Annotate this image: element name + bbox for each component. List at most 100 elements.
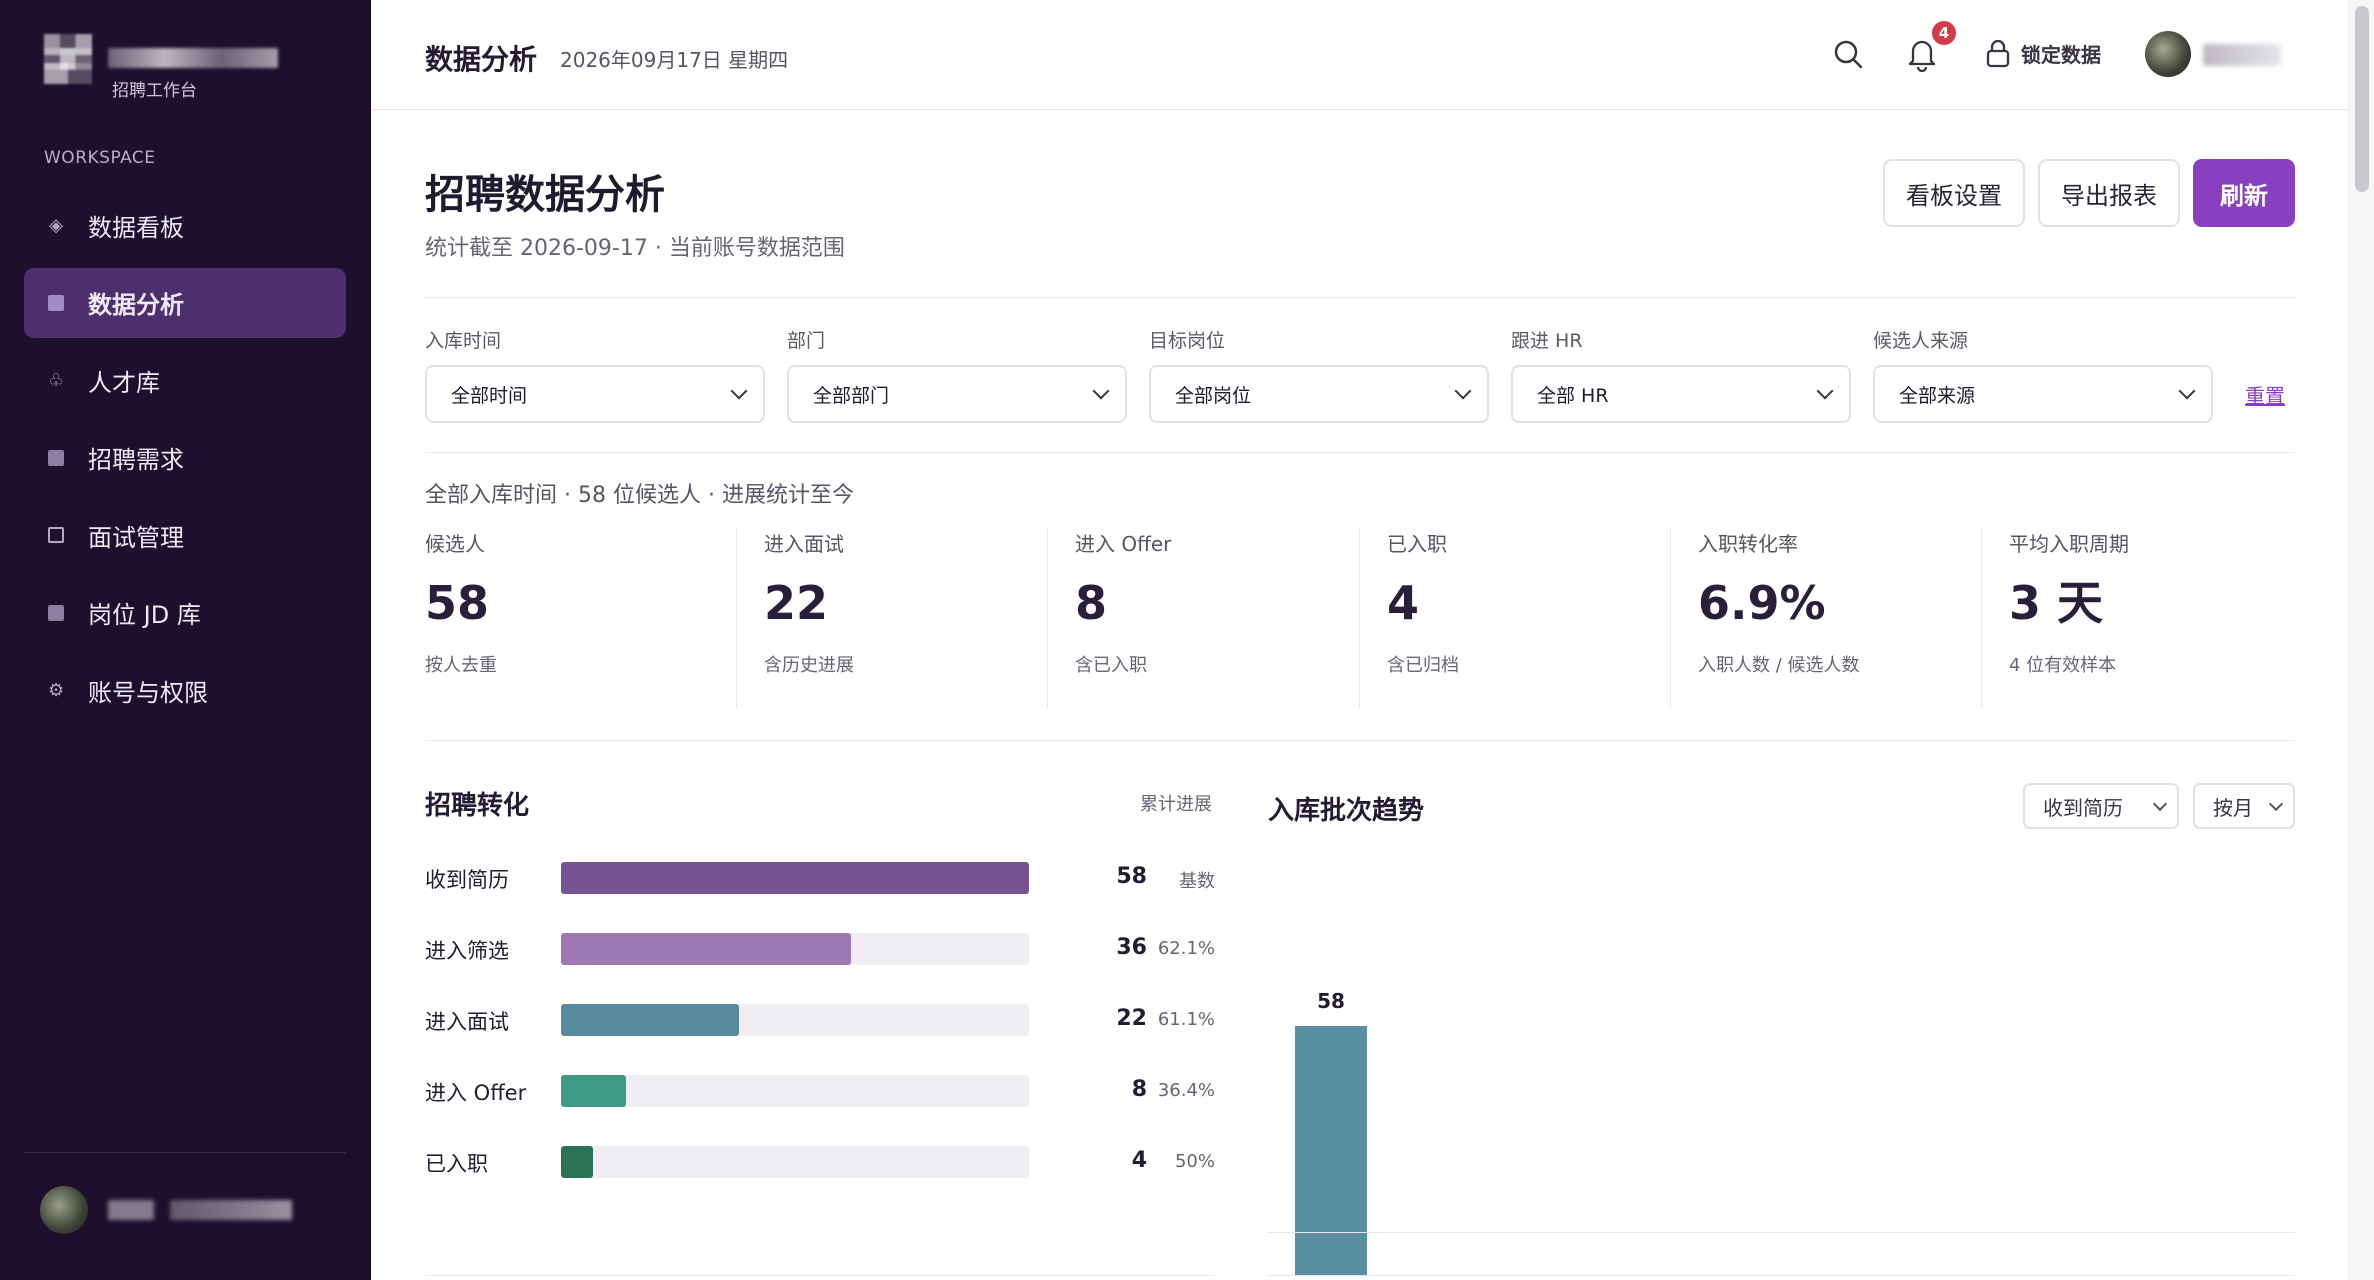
funnel-stage-label: 进入筛选: [425, 939, 509, 963]
kpi-offers: 进入 Offer 8 含已入职: [1075, 528, 1171, 708]
user-name-redacted[interactable]: [2203, 44, 2281, 66]
funnel-track: [561, 933, 1029, 965]
sidebar-item-analytics[interactable]: 数据分析: [24, 267, 346, 338]
sidebar-item-talent-pool[interactable]: ♧ 人才库: [24, 345, 346, 415]
kpi-conversion-rate: 入职转化率 6.9% 入职人数 / 候选人数: [1698, 528, 1860, 708]
kpi-label: 已入职: [1387, 532, 1447, 556]
select-value: 全部 HR: [1537, 384, 1609, 407]
brand-name-redacted: [108, 48, 278, 68]
square-icon: [48, 294, 64, 311]
filter-label: 候选人来源: [1873, 330, 1969, 352]
avatar[interactable]: [2145, 31, 2191, 77]
sidebar-user[interactable]: [40, 1186, 292, 1234]
funnel-stage-label: 已入职: [425, 1152, 488, 1176]
kpi-note: 4 位有效样本: [2009, 655, 2117, 676]
sidebar-item-label: 数据分析: [88, 291, 184, 319]
gear-icon: ⚙: [47, 679, 65, 701]
funnel-rate: 61.1%: [1157, 1009, 1215, 1030]
top-title: 数据分析: [425, 43, 538, 76]
chevron-down-icon: [2178, 382, 2196, 400]
scrollbar-thumb[interactable]: [2355, 6, 2369, 192]
funnel-rate: 62.1%: [1157, 938, 1215, 959]
funnel-stage-label: 进入 Offer: [425, 1081, 527, 1105]
filter-hr: 跟进 HR 全部 HR: [1511, 326, 1851, 423]
sidebar-item-label: 人才库: [88, 368, 160, 397]
kpi-label: 平均入职周期: [2009, 532, 2129, 556]
kpi-label: 进入面试: [764, 532, 844, 556]
dashboard-settings-button[interactable]: 看板设置: [1883, 159, 2025, 227]
sidebar-item-requisitions[interactable]: 招聘需求: [24, 423, 346, 493]
kpi-value: 6.9%: [1698, 576, 1826, 630]
brand-logo: [44, 34, 92, 98]
kpi-note: 含历史进展: [764, 655, 854, 676]
notification-badge: 4: [1929, 18, 1959, 48]
chevron-down-icon: [2268, 796, 2284, 811]
funnel-bar: [561, 1075, 626, 1107]
sidebar-item-label: 岗位 JD 库: [88, 601, 201, 629]
divider: [425, 297, 2295, 298]
sidebar-item-interviews[interactable]: 面试管理: [24, 500, 346, 570]
top-date: 2026年09月17日 星期四: [560, 48, 789, 72]
hr-select[interactable]: 全部 HR: [1511, 365, 1851, 423]
export-report-button[interactable]: 导出报表: [2038, 159, 2180, 227]
lock-data-button[interactable]: 锁定数据: [1985, 38, 2101, 68]
filter-label: 部门: [787, 330, 826, 352]
filter-intake-time: 入库时间 全部时间: [425, 326, 765, 423]
lock-icon: [1986, 39, 2010, 68]
department-select[interactable]: 全部部门: [787, 365, 1127, 423]
funnel-bar: [561, 1146, 594, 1178]
intake-time-select[interactable]: 全部时间: [425, 365, 765, 423]
kpi-value: 8: [1075, 576, 1108, 630]
sidebar-nav: ◈ 数据看板 数据分析 ♧ 人才库 招聘需求 面试管理 岗位 JD 库 ⚙ 账号…: [24, 190, 346, 733]
chevron-down-icon: [730, 382, 748, 400]
square-icon: [48, 449, 64, 466]
source-select[interactable]: 全部来源: [1873, 365, 2213, 423]
sidebar-item-label: 面试管理: [88, 523, 184, 552]
refresh-button[interactable]: 刷新: [2193, 159, 2295, 227]
divider: [425, 1275, 1215, 1276]
chart-data-label: 58: [1317, 989, 1345, 1013]
scope-summary: 全部入库时间 · 58 位候选人 · 进展统计至今: [425, 483, 854, 508]
sidebar-item-dashboard[interactable]: ◈ 数据看板: [24, 190, 346, 260]
avatar: [40, 1186, 88, 1234]
sidebar: 招聘工作台 WORKSPACE ◈ 数据看板 数据分析 ♧ 人才库 招聘需求 面…: [0, 0, 371, 1280]
filter-department: 部门 全部部门: [787, 326, 1127, 423]
trend-period-select[interactable]: 按月: [2193, 783, 2295, 829]
club-icon: ♧: [47, 369, 65, 391]
chevron-down-icon: [2152, 796, 2168, 811]
square-outline-icon: [48, 527, 64, 543]
divider: [425, 740, 2295, 741]
reset-filters-link[interactable]: 重置: [2245, 380, 2285, 409]
kpi-interviews: 进入面试 22 含历史进展: [764, 528, 854, 708]
top-bar: 数据分析 2026年09月17日 星期四 4 锁定数据: [371, 0, 2348, 110]
filter-label: 入库时间: [425, 330, 502, 352]
funnel-bar: [561, 1004, 739, 1036]
position-select[interactable]: 全部岗位: [1149, 365, 1489, 423]
funnel-title: 招聘转化: [425, 791, 530, 821]
funnel-row: 进入筛选 36 62.1%: [425, 933, 1215, 967]
chevron-down-icon: [1816, 382, 1834, 400]
kpi-value: 58: [425, 576, 490, 630]
scrollbar[interactable]: [2348, 0, 2374, 1280]
chevron-down-icon: [1092, 382, 1110, 400]
funnel-track: [561, 862, 1029, 894]
select-value: 全部部门: [813, 384, 890, 407]
funnel-row: 进入 Offer 8 36.4%: [425, 1075, 1215, 1109]
funnel-bar: [561, 933, 852, 965]
trend-metric-select[interactable]: 收到简历: [2023, 783, 2179, 829]
square-icon: [48, 604, 64, 621]
filter-label: 跟进 HR: [1511, 330, 1583, 352]
kpi-label: 进入 Offer: [1075, 532, 1172, 556]
sidebar-divider: [24, 1152, 346, 1153]
kpi-value: 22: [764, 576, 829, 630]
search-icon[interactable]: [1832, 38, 1866, 72]
sidebar-item-label: 数据看板: [88, 213, 184, 242]
sidebar-item-jd-library[interactable]: 岗位 JD 库: [24, 578, 346, 648]
page-title: 招聘数据分析: [425, 172, 665, 218]
chart-bar[interactable]: [1295, 1026, 1367, 1276]
kpi-note: 入职人数 / 候选人数: [1698, 655, 1860, 676]
kpi-value: 3 天: [2009, 576, 2104, 630]
sidebar-item-accounts[interactable]: ⚙ 账号与权限: [24, 655, 346, 725]
funnel-track: [561, 1004, 1029, 1036]
kpi-note: 按人去重: [425, 655, 497, 676]
